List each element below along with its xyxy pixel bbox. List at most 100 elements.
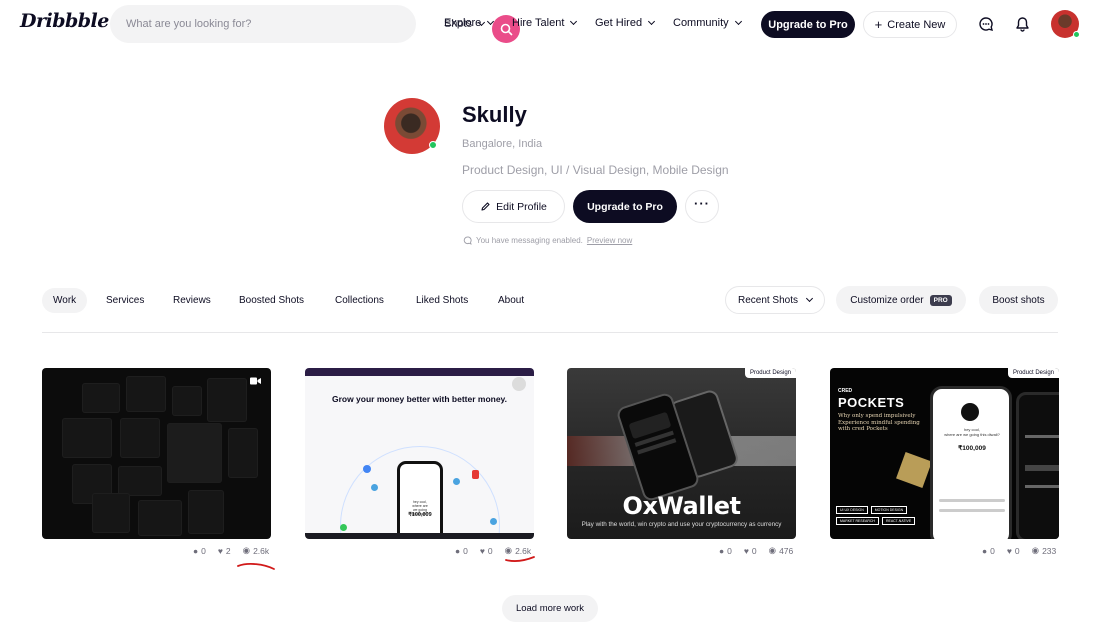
notifications-bell-icon[interactable] [1012, 14, 1032, 34]
shot-chip: MARKET RESEARCH [836, 517, 879, 525]
shot-brand-title: OxWallet [622, 492, 741, 520]
comment-count: 0 [463, 545, 468, 556]
chevron-down-icon [648, 17, 656, 26]
messages-icon[interactable] [976, 14, 996, 34]
shot-headline: Grow your money better with better money… [331, 394, 508, 404]
shot-tag: Product Design [744, 368, 796, 378]
red-annotation-underline [237, 562, 275, 570]
chevron-down-icon [734, 17, 742, 26]
comment-count: 0 [201, 545, 206, 556]
messaging-note: You have messaging enabled. Preview now [463, 236, 632, 245]
eye-icon: ◉ [768, 545, 777, 555]
comment-count: 0 [990, 545, 995, 556]
heart-icon[interactable]: ♥ [1007, 546, 1012, 556]
more-dots-icon: ··· [694, 196, 710, 211]
tab-boosted-shots[interactable]: Boosted Shots [239, 288, 304, 313]
eye-icon: ◉ [1031, 545, 1040, 555]
comment-count: 0 [727, 545, 732, 556]
shot-subtitle: Play with the world, win crypto and use … [581, 521, 782, 528]
tab-collections[interactable]: Collections [335, 288, 384, 313]
heart-icon[interactable]: ♥ [744, 546, 749, 556]
tab-services[interactable]: Services [106, 288, 144, 313]
create-new-button[interactable]: + Create New [863, 11, 957, 38]
shot-card[interactable] [42, 368, 271, 539]
nav-explore-label: Explore [444, 17, 482, 29]
chevron-down-icon [805, 294, 814, 303]
nav-get-hired-label: Get Hired [595, 17, 643, 29]
phone-amount: ₹100,009 [958, 445, 986, 452]
view-count: 476 [779, 545, 794, 556]
pencil-icon [481, 202, 490, 211]
profile-upgrade-to-pro-button[interactable]: Upgrade to Pro [573, 190, 677, 223]
messaging-note-text: You have messaging enabled. [476, 236, 583, 245]
profile-skills: Product Design, UI / Visual Design, Mobi… [462, 163, 729, 177]
tab-reviews[interactable]: Reviews [173, 288, 211, 313]
nav-explore[interactable]: Explore [444, 17, 495, 29]
chat-bubble-icon [463, 236, 472, 245]
red-annotation-underline [505, 556, 535, 562]
search-input[interactable] [126, 5, 326, 43]
sort-dropdown[interactable]: Recent Shots [725, 286, 825, 314]
customize-order-label: Customize order [850, 294, 924, 306]
shot-chip: MOTION DESIGN [870, 506, 908, 514]
shot-stats: ● 0 ♥ 0 ◉ 476 [719, 545, 793, 556]
shot-cred-label: CRED [838, 388, 853, 394]
nav-hire-talent[interactable]: Hire Talent [512, 17, 578, 29]
top-navbar: Dribbble Shots Explore Hire Talent Get H… [0, 0, 1100, 50]
search-bar: Shots [110, 5, 520, 43]
nav-community[interactable]: Community [673, 17, 742, 29]
comment-icon: ● [193, 545, 199, 556]
profile-name: Skully [462, 102, 527, 127]
shot-stats: ● 0 ♥ 2 ◉ 2.6k [193, 545, 269, 556]
like-count: 0 [487, 545, 493, 556]
dribbble-logo[interactable]: Dribbble [20, 10, 109, 32]
comment-icon: ● [455, 545, 461, 556]
chevron-down-icon [487, 17, 495, 26]
phone-amount: ₹100,009 [408, 512, 432, 518]
shot-pockets-title: POCKETS [838, 395, 905, 410]
nav-hire-talent-label: Hire Talent [512, 17, 565, 29]
shot-tag: Product Design [1007, 368, 1059, 378]
profile-location: Bangalore, India [462, 138, 543, 150]
sort-label: Recent Shots [737, 294, 799, 306]
like-count: 2 [225, 545, 231, 556]
section-divider [42, 332, 1058, 333]
plus-icon: + [874, 16, 883, 32]
shot-chip: UI UX DESIGN [836, 506, 868, 514]
online-status-indicator [429, 141, 437, 149]
shot-tagline: Why only spend impulsively Experience mi… [838, 413, 920, 432]
nav-community-label: Community [673, 17, 729, 29]
eye-icon: ◉ [242, 545, 251, 555]
more-options-button[interactable]: ··· [685, 190, 719, 223]
preview-now-link[interactable]: Preview now [587, 236, 632, 245]
pro-badge: PRO [929, 294, 952, 306]
shot-card[interactable]: CRED POCKETS Why only spend impulsively … [830, 368, 1059, 539]
tab-work[interactable]: Work [42, 288, 88, 313]
edit-profile-button[interactable]: Edit Profile [462, 190, 565, 223]
tab-liked-shots[interactable]: Liked Shots [416, 288, 468, 313]
heart-icon[interactable]: ♥ [218, 546, 223, 556]
boost-shots-button[interactable]: Boost shots [979, 286, 1058, 314]
create-new-label: Create New [887, 18, 946, 31]
shot-card[interactable]: Grow your money better with better money… [305, 368, 534, 539]
tab-about[interactable]: About [498, 288, 524, 313]
load-more-button[interactable]: Load more work [502, 595, 598, 622]
view-count: 233 [1042, 545, 1057, 556]
like-count: 0 [751, 545, 757, 556]
online-status-indicator [1073, 31, 1080, 38]
video-camera-icon [250, 377, 261, 385]
shot-chip: REACT-NATIVE [881, 517, 916, 525]
edit-profile-label: Edit Profile [496, 200, 547, 213]
nav-get-hired[interactable]: Get Hired [595, 17, 656, 29]
comment-icon: ● [982, 545, 988, 556]
heart-icon[interactable]: ♥ [480, 546, 485, 556]
search-icon [500, 23, 512, 35]
customize-order-button[interactable]: Customize order PRO [836, 286, 966, 314]
upgrade-to-pro-button[interactable]: Upgrade to Pro [761, 11, 855, 38]
shot-card[interactable]: OxWallet Play with the world, win crypto… [567, 368, 796, 539]
view-count: 2.6k [253, 545, 270, 556]
chevron-down-icon [570, 17, 578, 26]
comment-icon: ● [719, 545, 725, 556]
like-count: 0 [1014, 545, 1020, 556]
shot-stats: ● 0 ♥ 0 ◉ 233 [982, 545, 1056, 556]
